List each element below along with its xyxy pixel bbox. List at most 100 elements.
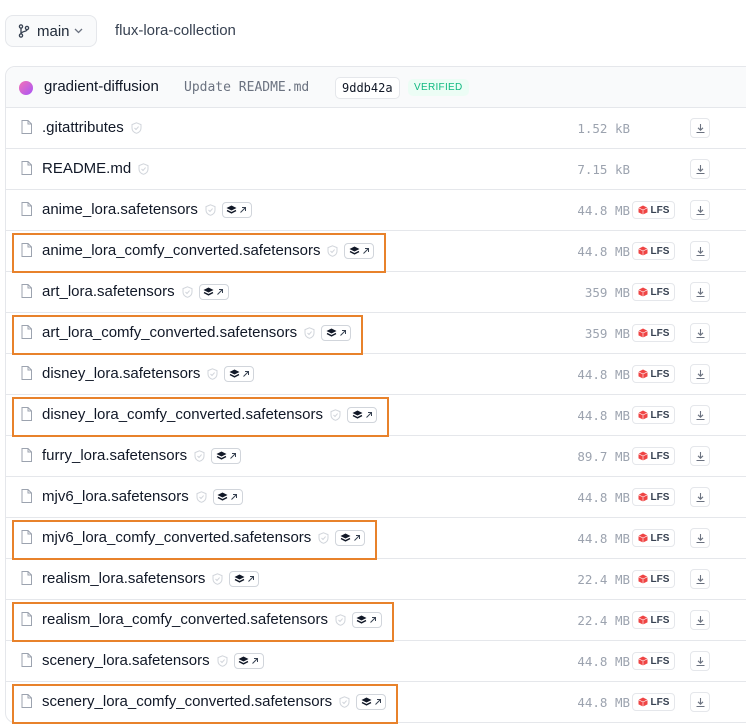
file-icon [21, 653, 32, 672]
download-button[interactable] [690, 323, 710, 343]
file-row: art_lora.safetensors 359 MB LFS [6, 272, 746, 313]
model-viewer-button[interactable] [224, 365, 255, 382]
lfs-badge[interactable]: LFS [632, 242, 675, 260]
lfs-label: LFS [650, 327, 670, 339]
model-viewer-button[interactable] [229, 570, 260, 587]
file-size: 359 MB [584, 285, 630, 300]
model-viewer-button[interactable] [211, 447, 242, 464]
download-icon [695, 656, 706, 667]
lfs-badge[interactable]: LFS [632, 570, 675, 588]
lfs-badge[interactable]: LFS [632, 488, 675, 506]
file-size: 7.15 kB [577, 162, 630, 177]
file-link[interactable]: furry_lora.safetensors [42, 447, 187, 464]
download-button[interactable] [690, 610, 710, 630]
lfs-badge[interactable]: LFS [632, 611, 675, 629]
model-viewer-button[interactable] [198, 283, 229, 300]
commit-hash[interactable]: 9ddb42a [335, 77, 400, 99]
branch-selector-button[interactable]: main [5, 15, 97, 47]
lfs-badge[interactable]: LFS [632, 324, 675, 342]
file-link[interactable]: scenery_lora_comfy_converted.safetensors [42, 693, 332, 710]
lfs-badge[interactable]: LFS [632, 283, 675, 301]
model-viewer-button[interactable] [347, 406, 377, 423]
file-link[interactable]: mjv6_lora_comfy_converted.safetensors [42, 529, 311, 546]
layers-icon [229, 369, 240, 379]
commit-message[interactable]: Update README.md [184, 80, 309, 95]
lfs-cube-icon [637, 287, 648, 297]
file-link[interactable]: disney_lora_comfy_converted.safetensors [42, 406, 323, 423]
lfs-cube-icon [637, 492, 648, 502]
lfs-label: LFS [650, 286, 670, 298]
file-link[interactable]: realism_lora.safetensors [42, 570, 205, 587]
download-icon [695, 246, 706, 257]
lfs-badge[interactable]: LFS [632, 447, 675, 465]
download-button[interactable] [690, 200, 710, 220]
download-button[interactable] [690, 159, 710, 179]
file-link[interactable]: anime_lora_comfy_converted.safetensors [42, 242, 320, 259]
shield-check-icon [194, 449, 205, 462]
file-size: 44.8 MB [577, 531, 630, 546]
lfs-badge[interactable]: LFS [632, 652, 675, 670]
file-row: anime_lora.safetensors 44.8 MB LFS [6, 190, 746, 231]
download-button[interactable] [690, 651, 710, 671]
download-button[interactable] [690, 282, 710, 302]
download-button[interactable] [690, 405, 710, 425]
layers-icon [356, 615, 367, 625]
commit-author[interactable]: gradient-diffusion [44, 78, 159, 95]
file-link[interactable]: README.md [42, 160, 131, 177]
download-button[interactable] [690, 241, 710, 261]
chevron-down-icon [74, 28, 82, 34]
file-link[interactable]: art_lora.safetensors [42, 283, 175, 300]
file-size: 359 MB [584, 326, 630, 341]
file-link[interactable]: disney_lora.safetensors [42, 365, 200, 382]
model-viewer-button[interactable] [321, 324, 352, 341]
layers-icon [234, 574, 245, 584]
download-button[interactable] [690, 487, 710, 507]
file-icon [21, 530, 32, 549]
lfs-badge[interactable]: LFS [632, 693, 675, 711]
lfs-badge[interactable]: LFS [632, 365, 675, 383]
layers-icon [326, 328, 337, 338]
model-viewer-button[interactable] [335, 529, 366, 546]
layers-icon [217, 492, 228, 502]
shield-check-icon [335, 613, 346, 626]
model-viewer-button[interactable] [221, 201, 252, 218]
file-link[interactable]: .gitattributes [42, 119, 124, 136]
lfs-badge[interactable]: LFS [632, 201, 675, 219]
external-link-icon [369, 616, 377, 624]
file-icon [21, 243, 32, 262]
lfs-cube-icon [637, 697, 648, 707]
file-link[interactable]: art_lora_comfy_converted.safetensors [42, 324, 297, 341]
download-button[interactable] [690, 692, 710, 712]
external-link-icon [242, 370, 250, 378]
download-button[interactable] [690, 569, 710, 589]
download-icon [695, 492, 706, 503]
download-icon [695, 328, 706, 339]
lfs-badge[interactable]: LFS [632, 529, 675, 547]
file-icon [21, 694, 32, 713]
lfs-badge[interactable]: LFS [632, 406, 675, 424]
file-link[interactable]: anime_lora.safetensors [42, 201, 198, 218]
file-name: realism_lora.safetensors [42, 570, 260, 587]
download-button[interactable] [690, 446, 710, 466]
avatar[interactable] [19, 81, 33, 95]
download-button[interactable] [690, 118, 710, 138]
shield-check-icon [182, 285, 193, 298]
model-viewer-button[interactable] [351, 611, 382, 628]
file-link[interactable]: scenery_lora.safetensors [42, 652, 210, 669]
download-button[interactable] [690, 528, 710, 548]
download-button[interactable] [690, 364, 710, 384]
model-viewer-button[interactable] [233, 652, 264, 669]
layers-icon [340, 533, 351, 543]
file-name: scenery_lora.safetensors [42, 652, 264, 669]
shield-check-icon [205, 203, 216, 216]
external-link-icon [365, 411, 373, 419]
model-viewer-button[interactable] [212, 488, 243, 505]
download-icon [695, 574, 706, 585]
model-viewer-button[interactable] [344, 242, 375, 259]
external-link-icon [239, 206, 247, 214]
file-link[interactable]: mjv6_lora.safetensors [42, 488, 189, 505]
file-link[interactable]: realism_lora_comfy_converted.safetensors [42, 611, 328, 628]
repo-path[interactable]: flux-lora-collection [115, 22, 236, 39]
file-row: mjv6_lora.safetensors 44.8 MB LFS [6, 477, 746, 518]
model-viewer-button[interactable] [356, 693, 387, 710]
